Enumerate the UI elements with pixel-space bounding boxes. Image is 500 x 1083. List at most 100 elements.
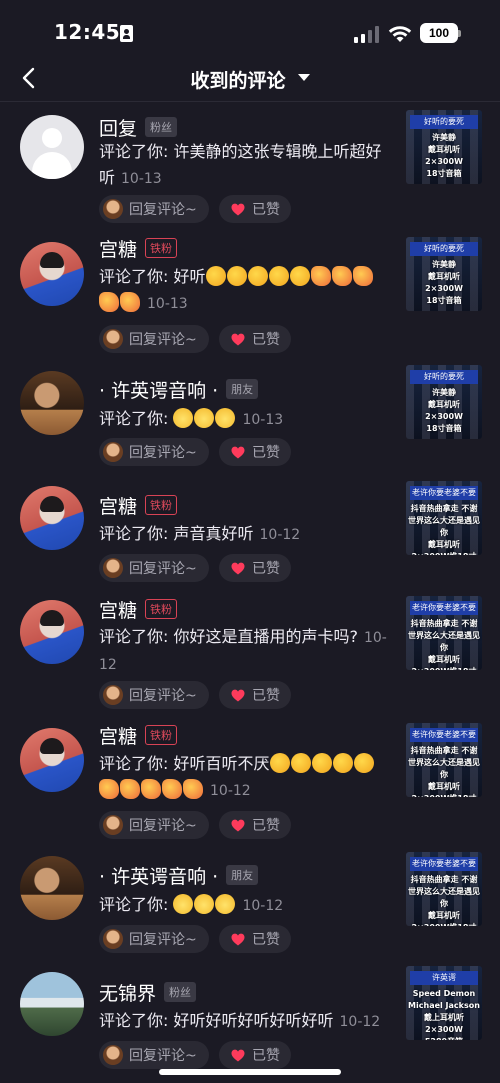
video-thumbnail[interactable]: 好听的要死 许美静 戴耳机听 2×300W 18寸音箱 [406,365,482,439]
thumbnail-caption: 许美静 戴耳机听 2×300W 18寸音箱 [408,259,480,307]
thumbnail-caption: 许美静 戴耳机听 2×300W 18寸音箱 [408,387,480,435]
page-title[interactable]: 收到的评论 [0,66,500,93]
liked-button[interactable]: 已赞 [219,925,291,953]
reply-comment-button[interactable]: 回复评论~ [99,811,209,839]
avatar[interactable] [20,486,84,550]
thumbnail-caption-line: 许美静 [432,133,456,142]
video-thumbnail[interactable]: 好听的要死 许美静 戴耳机听 2×300W 18寸音箱 [406,237,482,311]
reply-comment-button[interactable]: 回复评论~ [99,325,209,353]
liked-button[interactable]: 已赞 [219,325,291,353]
commenter-name[interactable]: 宫糖 [99,596,137,623]
thumbnail-title: 老许你要老婆不要 [410,601,478,615]
comment-prefix: 评论了你: [99,1011,174,1030]
name-row: · 许英谔音响 · 朋友 [99,862,259,889]
thumbnail-caption-line: 18寸音箱 [426,169,462,178]
comment-text: 评论了你: 好听 10-13 [99,264,389,317]
sweat-emoji-icon [215,894,236,914]
thumbnail-caption-line: 世界这么大还是遇见你 [408,631,480,652]
avatar[interactable] [20,856,84,920]
thumbnail-title: 老许你要老婆不要 [410,728,478,742]
relation-badge: 铁粉 [145,495,178,515]
thumbnail-caption-line: 戴耳机听 [428,655,460,664]
reply-comment-button[interactable]: 回复评论~ [99,554,209,582]
thumbnail-title: 老许你要老婆不要 [410,486,478,500]
liked-label: 已赞 [252,332,280,348]
comment-body: 好听百听不厌 [173,754,270,773]
video-thumbnail[interactable]: 老许你要老婆不要抖音热曲拿走 不谢世界这么大还是遇见你戴耳机听 2×300W推18… [406,596,482,670]
commenter-name[interactable]: 宫糖 [99,235,137,262]
liked-label: 已赞 [252,688,280,704]
comment-text: 评论了你: 许美静的这张专辑晚上听超好听 10-13 [99,139,389,192]
video-thumbnail[interactable]: 好听的要死 许美静 戴耳机听 2×300W 18寸音箱 [406,110,482,184]
liked-button[interactable]: 已赞 [219,811,291,839]
avatar[interactable] [20,371,84,435]
heart-icon [231,689,245,701]
avatar[interactable] [20,600,84,664]
liked-label: 已赞 [252,818,280,834]
clap-emoji-icon [205,266,226,286]
commenter-name[interactable]: 宫糖 [99,722,137,749]
name-row: · 许英谔音响 · 朋友 [99,376,259,403]
thumb-emoji-icon [331,266,352,286]
reply-comment-button[interactable]: 回复评论~ [99,925,209,953]
thumbnail-caption-line: 许美静 [432,260,456,269]
avatar[interactable] [20,972,84,1036]
thumbnail-caption-line: 戴耳机听 [428,782,460,791]
thumbnail-title: 老许你要老婆不要 [410,857,478,871]
liked-button[interactable]: 已赞 [219,1041,291,1069]
name-row: 宫糖 铁粉 [99,722,178,749]
liked-button[interactable]: 已赞 [219,554,291,582]
reply-comment-button[interactable]: 回复评论~ [99,195,209,223]
commenter-name[interactable]: 回复 [99,114,137,141]
comment-date: 10-12 [210,783,251,799]
avatar[interactable] [20,242,84,306]
dropdown-caret-icon[interactable] [298,74,310,81]
commenter-name[interactable]: 宫糖 [99,492,137,519]
comment-text: 评论了你: 好听好听好听好听好听 10-12 [99,1008,389,1035]
thumbnail-caption: Speed Demon Michael Jackson 戴上耳机听 2×300W 528… [408,988,480,1040]
avatar[interactable] [20,115,84,179]
name-row: 无锦界 粉丝 [99,979,197,1006]
clap-emoji-icon [268,266,289,286]
video-thumbnail[interactable]: 老许你要老婆不要抖音热曲拿走 不谢世界这么大还是遇见你戴耳机听 2×300W推18… [406,852,482,926]
my-avatar-icon [103,815,123,835]
commenter-name[interactable]: 无锦界 [99,979,156,1006]
reply-label: 回复评论~ [129,688,197,704]
thumbnail-caption-line: 抖音热曲拿走 不谢 [410,746,478,755]
avatar[interactable] [20,728,84,792]
heart-icon [231,562,245,574]
thumb-emoji-icon [162,779,182,799]
heart-icon [231,819,245,831]
thumbnail-caption-line: 世界这么大还是遇见你 [408,516,480,537]
thumb-emoji-icon [99,779,119,799]
thumb-emoji-icon [99,292,119,312]
reply-comment-button[interactable]: 回复评论~ [99,681,209,709]
thumb-emoji-icon [183,779,203,799]
liked-label: 已赞 [252,561,280,577]
reply-comment-button[interactable]: 回复评论~ [99,1041,209,1069]
commenter-name[interactable]: · 许英谔音响 · [99,862,218,889]
thumbnail-caption: 抖音热曲拿走 不谢世界这么大还是遇见你戴耳机听 2×300W推18寸音箱 [408,503,480,555]
thumb-emoji-icon [120,292,140,312]
my-avatar-icon [103,929,123,949]
reply-label: 回复评论~ [129,202,197,218]
comment-date: 10-13 [121,171,162,187]
video-thumbnail[interactable]: 老许你要老婆不要抖音热曲拿走 不谢世界这么大还是遇见你戴耳机听 2×300W推18… [406,481,482,555]
thumbnail-caption-line: 戴耳机听 [428,911,460,920]
commenter-name[interactable]: · 许英谔音响 · [99,376,218,403]
thumbnail-caption: 抖音热曲拿走 不谢世界这么大还是遇见你戴耳机听 2×300W推18寸音箱 [408,745,480,797]
nav-bar: 收到的评论 [0,56,500,102]
liked-button[interactable]: 已赞 [219,438,291,466]
comment-prefix: 评论了你: [99,627,174,646]
comment-text: 评论了你: 声音真好听 10-12 [99,521,389,548]
clap-emoji-icon [269,753,290,773]
liked-button[interactable]: 已赞 [219,195,291,223]
reply-comment-button[interactable]: 回复评论~ [99,438,209,466]
thumbnail-caption-line: 戴上耳机听 [424,1013,464,1022]
video-thumbnail[interactable]: 许英谔 Speed Demon Michael Jackson 戴上耳机听 2×300W… [406,966,482,1040]
comment-prefix: 评论了你: [99,142,174,161]
comment-text: 评论了你: 好听百听不厌 10-12 [99,751,389,804]
video-thumbnail[interactable]: 老许你要老婆不要抖音热曲拿走 不谢世界这么大还是遇见你戴耳机听 2×300W推18… [406,723,482,797]
clap-emoji-icon [290,753,311,773]
liked-button[interactable]: 已赞 [219,681,291,709]
